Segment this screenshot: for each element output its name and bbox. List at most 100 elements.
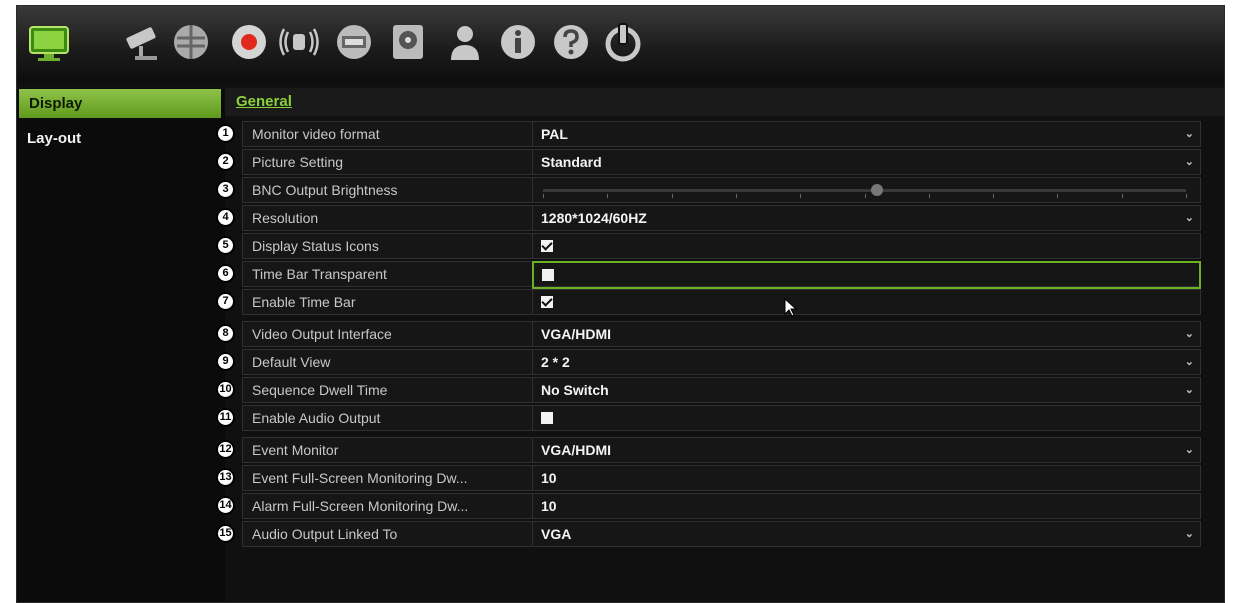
setting-checkbox-cell[interactable] (533, 406, 1200, 430)
setting-checkbox-cell[interactable] (533, 290, 1200, 314)
setting-value: 10 (541, 470, 557, 486)
network-icon (174, 25, 208, 59)
setting-label: Audio Output Linked To (243, 522, 533, 546)
setting-dropdown[interactable]: Standard ⌄ (533, 150, 1200, 174)
brightness-slider[interactable] (533, 178, 1200, 202)
info-icon (501, 25, 535, 59)
alarm-menu-button[interactable] (275, 18, 323, 66)
setting-checkbox-cell[interactable] (532, 261, 1201, 289)
callout-number: 9 (216, 352, 235, 371)
setting-value: 2 * 2 (541, 354, 570, 370)
tab-general[interactable]: General (236, 93, 292, 110)
network-menu-button[interactable] (167, 18, 215, 66)
callout-number: 3 (216, 180, 235, 199)
setting-row-enable-time-bar: Enable Time Bar (242, 289, 1201, 315)
setting-row-monitor-video-format: Monitor video format PAL ⌄ (242, 121, 1201, 147)
setting-dropdown[interactable]: VGA/HDMI ⌄ (533, 322, 1200, 346)
chevron-down-icon: ⌄ (1184, 444, 1194, 456)
device-menu-button[interactable] (330, 18, 378, 66)
callout-number: 14 (216, 496, 235, 515)
alarm-icon (279, 28, 319, 56)
slider-ticks (543, 194, 1187, 198)
setting-row-resolution: Resolution 1280*1024/60HZ ⌄ (242, 205, 1201, 231)
display-icon (29, 26, 69, 61)
callout-number: 10 (216, 380, 235, 399)
setting-label: Time Bar Transparent (243, 262, 533, 286)
sidebar-item-layout[interactable]: Lay-out (17, 124, 225, 153)
setting-dropdown[interactable]: 1280*1024/60HZ ⌄ (533, 206, 1200, 230)
user-menu-button[interactable] (441, 18, 489, 66)
camera-icon (126, 27, 157, 60)
setting-row-bnc-output-brightness: BNC Output Brightness (242, 177, 1201, 203)
chevron-down-icon: ⌄ (1184, 528, 1194, 540)
callout-number: 2 (216, 152, 235, 171)
setting-label: BNC Output Brightness (243, 178, 533, 202)
setting-value: 1280*1024/60HZ (541, 210, 647, 226)
setting-row-picture-setting: Picture Setting Standard ⌄ (242, 149, 1201, 175)
setting-label: Enable Audio Output (243, 406, 533, 430)
record-icon (232, 25, 266, 59)
main-toolbar (17, 6, 1224, 83)
callout-number: 4 (216, 208, 235, 227)
setting-row-sequence-dwell-time: Sequence Dwell Time No Switch ⌄ (242, 377, 1201, 403)
storage-menu-button[interactable] (384, 18, 432, 66)
chevron-down-icon: ⌄ (1184, 328, 1194, 340)
callout-number: 7 (216, 292, 235, 311)
power-icon (605, 23, 641, 62)
callout-number: 11 (216, 408, 235, 427)
callout-number: 5 (216, 236, 235, 255)
setting-label: Video Output Interface (243, 322, 533, 346)
setting-label: Default View (243, 350, 533, 374)
setting-value: Standard (541, 154, 602, 170)
setting-label: Alarm Full-Screen Monitoring Dw... (243, 494, 533, 518)
checkbox-checked[interactable] (541, 296, 553, 309)
setting-label: Resolution (243, 206, 533, 230)
checkbox-unchecked[interactable] (542, 269, 554, 282)
slider-track (543, 189, 1186, 192)
setting-label: Enable Time Bar (243, 290, 533, 314)
callout-number: 6 (216, 264, 235, 283)
setting-row-enable-audio-output: Enable Audio Output (242, 405, 1201, 431)
setting-label: Event Monitor (243, 438, 533, 462)
setting-label: Display Status Icons (243, 234, 533, 258)
user-icon (451, 26, 479, 60)
setting-row-time-bar-transparent: Time Bar Transparent (242, 261, 1201, 289)
callout-number: 8 (216, 324, 235, 343)
record-menu-button[interactable] (225, 18, 273, 66)
checkbox-checked[interactable] (541, 240, 553, 253)
setting-value: 10 (541, 498, 557, 514)
device-icon (337, 25, 371, 59)
setting-label: Sequence Dwell Time (243, 378, 533, 402)
chevron-down-icon: ⌄ (1184, 156, 1194, 168)
setting-checkbox-cell[interactable] (533, 234, 1200, 258)
chevron-down-icon: ⌄ (1184, 384, 1194, 396)
setting-value: VGA/HDMI (541, 442, 611, 458)
checkbox-unchecked[interactable] (541, 412, 553, 425)
chevron-down-icon: ⌄ (1184, 356, 1194, 368)
setting-dropdown[interactable]: No Switch ⌄ (533, 378, 1200, 402)
camera-menu-button[interactable] (119, 18, 167, 66)
tab-bar: General (225, 88, 1224, 116)
callout-number: 1 (216, 124, 235, 143)
setting-value: VGA (541, 526, 572, 542)
setting-label: Monitor video format (243, 122, 533, 146)
setting-text-field[interactable]: 10 (533, 494, 1200, 518)
setting-text-field[interactable]: 10 (533, 466, 1200, 490)
setting-row-video-output-interface: Video Output Interface VGA/HDMI ⌄ (242, 321, 1201, 347)
sidebar-item-display[interactable]: Display (19, 89, 221, 118)
power-menu-button[interactable] (599, 18, 647, 66)
setting-dropdown[interactable]: VGA/HDMI ⌄ (533, 438, 1200, 462)
setting-value: PAL (541, 126, 568, 142)
setting-dropdown[interactable]: PAL ⌄ (533, 122, 1200, 146)
storage-icon (393, 25, 423, 59)
display-menu-button[interactable] (25, 18, 73, 66)
callout-number: 12 (216, 440, 235, 459)
setting-row-display-status-icons: Display Status Icons (242, 233, 1201, 259)
setting-row-default-view: Default View 2 * 2 ⌄ (242, 349, 1201, 375)
setting-dropdown[interactable]: VGA ⌄ (533, 522, 1200, 546)
setting-dropdown[interactable]: 2 * 2 ⌄ (533, 350, 1200, 374)
chevron-down-icon: ⌄ (1184, 128, 1194, 140)
info-menu-button[interactable] (494, 18, 542, 66)
help-menu-button[interactable] (547, 18, 595, 66)
mouse-cursor-icon (784, 298, 798, 317)
